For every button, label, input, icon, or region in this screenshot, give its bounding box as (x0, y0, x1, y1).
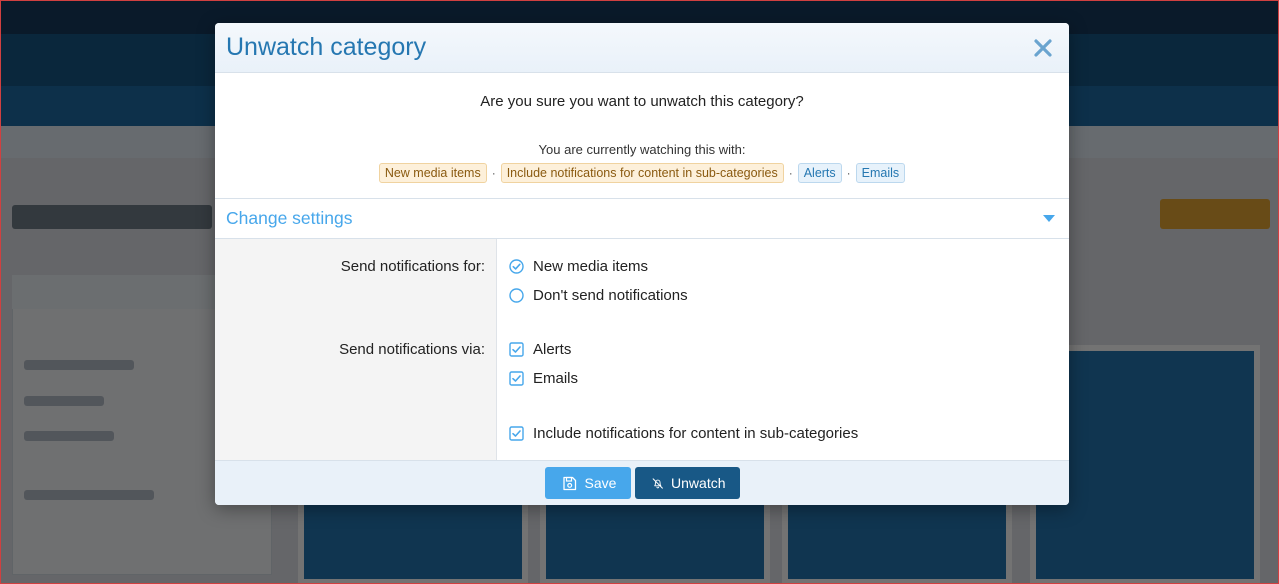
tag-separator: · (846, 166, 851, 180)
checkbox-emails-label: Emails (533, 370, 579, 387)
dialog-footer: Save Unwatch (215, 460, 1069, 505)
confirm-question: Are you sure you want to unwatch this ca… (480, 93, 804, 110)
checkbox-checked-icon (509, 371, 524, 386)
checkbox-checked-icon (509, 426, 524, 441)
radio-new-media-items-label: New media items (533, 258, 649, 275)
checkbox-alerts[interactable]: Alerts (509, 341, 571, 358)
checkbox-alerts-label: Alerts (533, 341, 572, 358)
unwatch-button-label: Unwatch (671, 475, 726, 491)
radio-new-media-items[interactable]: New media items (509, 258, 648, 275)
tag-emails: Emails (855, 163, 906, 183)
dialog-header: Unwatch category (215, 23, 1069, 73)
dialog-title: Unwatch category (226, 33, 427, 61)
unwatch-button[interactable]: Unwatch (634, 467, 740, 499)
close-button[interactable] (1029, 34, 1057, 62)
notify-for-label: Send notifications for: (340, 258, 485, 275)
checkbox-checked-icon (509, 342, 524, 357)
form-inputs-column: New media items Don't send notifications… (497, 239, 1069, 460)
confirm-block: Are you sure you want to unwatch this ca… (215, 73, 1069, 199)
checkbox-include-sub-categories-label: Include notifications for content in sub… (533, 425, 859, 442)
checkbox-include-sub-categories[interactable]: Include notifications for content in sub… (509, 425, 858, 442)
tag-separator: · (491, 166, 496, 180)
watching-intro: You are currently watching this with: (538, 142, 746, 157)
radio-checked-icon (509, 259, 524, 274)
notify-via-label: Send notifications via: (339, 341, 485, 358)
radio-dont-send[interactable]: Don't send notifications (509, 287, 688, 304)
tag-alerts: Alerts (797, 163, 842, 183)
save-icon (562, 476, 576, 490)
radio-empty-icon (509, 288, 524, 303)
tag-new-media-items: New media items (378, 163, 487, 183)
form-labels-column: Send notifications for: Send notificatio… (215, 239, 497, 460)
tag-separator: · (788, 166, 793, 180)
checkbox-emails[interactable]: Emails (509, 370, 578, 387)
change-settings-toggle[interactable]: Change settings (215, 199, 1069, 239)
bell-slash-icon (652, 477, 663, 489)
save-button-label: Save (584, 475, 617, 491)
radio-dont-send-label: Don't send notifications (533, 287, 688, 304)
tag-include-sub-categories: Include notifications for content in sub… (500, 163, 784, 183)
unwatch-dialog: Unwatch category Are you sure you want t… (215, 23, 1069, 505)
save-button[interactable]: Save (544, 467, 631, 499)
watch-tags: New media items · Include notifications … (215, 163, 1069, 183)
change-settings-title: Change settings (226, 208, 353, 228)
close-icon (1034, 38, 1052, 57)
caret-down-icon (1043, 210, 1055, 228)
settings-form: Send notifications for: Send notificatio… (215, 239, 1069, 460)
